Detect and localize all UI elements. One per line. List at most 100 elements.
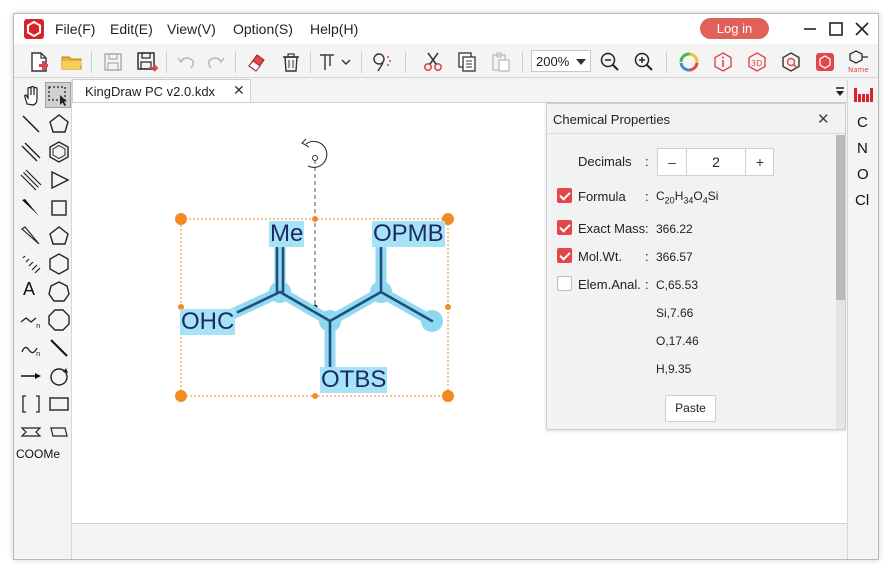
- toolbar-separator: [522, 51, 523, 73]
- bracket-tool-icon[interactable]: [19, 392, 43, 416]
- elem-anal-colon: :: [645, 277, 649, 292]
- atom-label-ohc[interactable]: OHC: [180, 309, 236, 335]
- cut-scissors-icon[interactable]: [420, 49, 446, 75]
- cycloheptane-icon[interactable]: [47, 280, 71, 304]
- undo-icon[interactable]: [173, 49, 199, 75]
- periodic-table-icon[interactable]: [854, 88, 874, 102]
- cyclopentane-alt-icon[interactable]: [47, 224, 71, 248]
- atom-label-opmb[interactable]: OPMB: [372, 221, 445, 247]
- exact-mass-checkbox[interactable]: [557, 220, 572, 235]
- properties-scrollbar[interactable]: [836, 135, 845, 429]
- redo-icon[interactable]: [203, 49, 229, 75]
- element-oxygen[interactable]: O: [857, 166, 869, 183]
- menu-file[interactable]: File(F): [55, 21, 95, 37]
- hand-pan-icon[interactable]: [19, 84, 43, 108]
- name-to-structure-icon[interactable]: Name: [846, 49, 876, 75]
- elem-anal-value: C,65.53: [656, 278, 699, 292]
- decimals-stepper[interactable]: – 2 +: [657, 148, 774, 176]
- decimals-value[interactable]: 2: [686, 149, 746, 175]
- svg-text:3D: 3D: [751, 59, 762, 68]
- delete-trash-icon[interactable]: [278, 49, 304, 75]
- 2d-to-3d-icon[interactable]: [812, 49, 838, 75]
- atom-label-me[interactable]: Me: [269, 221, 305, 247]
- paste-icon[interactable]: [488, 49, 514, 75]
- formula-colon: :: [645, 189, 649, 204]
- zoom-in-icon[interactable]: [631, 49, 657, 75]
- decimals-minus-button[interactable]: –: [658, 149, 686, 175]
- tab-list-menu-icon[interactable]: [835, 85, 845, 96]
- new-file-icon[interactable]: [26, 49, 52, 75]
- minimize-icon[interactable]: [800, 19, 820, 39]
- cyclohexane-icon[interactable]: [47, 252, 71, 276]
- menu-edit[interactable]: Edit(E): [110, 21, 153, 37]
- hollow-wedge-bond-icon[interactable]: [19, 224, 43, 248]
- hashed-bond-icon[interactable]: [19, 252, 43, 276]
- formula-checkbox[interactable]: [557, 188, 572, 203]
- mol-wt-colon: :: [645, 249, 649, 264]
- triple-bond-icon[interactable]: [19, 168, 43, 192]
- maximize-icon[interactable]: [826, 19, 846, 39]
- eraser-icon[interactable]: [243, 49, 269, 75]
- toolbar-separator: [235, 51, 236, 73]
- login-button[interactable]: Log in: [700, 18, 769, 39]
- paste-button[interactable]: Paste: [665, 395, 716, 422]
- elem-anal-label: Elem.Anal.: [578, 277, 641, 292]
- element-chlorine[interactable]: Cl: [855, 192, 869, 209]
- info-icon[interactable]: [710, 49, 736, 75]
- document-tab[interactable]: KingDraw PC v2.0.kdx ✕: [72, 79, 251, 102]
- element-nitrogen[interactable]: N: [857, 140, 868, 157]
- atom-label-icon[interactable]: [369, 49, 395, 75]
- svg-text:n: n: [36, 350, 40, 358]
- zoom-out-icon[interactable]: [597, 49, 623, 75]
- 3d-view-icon[interactable]: 3D: [744, 49, 770, 75]
- elem-anal-checkbox[interactable]: [557, 276, 572, 291]
- mol-wt-checkbox[interactable]: [557, 248, 572, 263]
- open-folder-icon[interactable]: [59, 49, 85, 75]
- toolbar-separator: [666, 51, 667, 73]
- single-bond-icon[interactable]: [19, 112, 43, 136]
- cyclooctane-icon[interactable]: [47, 308, 71, 332]
- align-dropdown-icon[interactable]: [316, 49, 356, 75]
- close-window-icon[interactable]: [852, 19, 872, 39]
- line-tool-icon[interactable]: [47, 336, 71, 360]
- close-properties-icon[interactable]: ✕: [817, 110, 830, 128]
- menu-option[interactable]: Option(S): [233, 21, 293, 37]
- coome-group-tool[interactable]: COOMe: [16, 447, 60, 461]
- decimals-colon: :: [645, 154, 649, 169]
- element-carbon[interactable]: C: [857, 114, 868, 131]
- zoom-select[interactable]: 200%: [531, 50, 591, 72]
- cyclopropane-icon[interactable]: [47, 168, 71, 192]
- atom-label-otbs[interactable]: OTBS: [320, 367, 388, 393]
- curve-tool-icon[interactable]: n: [19, 336, 43, 360]
- text-tool[interactable]: A: [23, 279, 35, 300]
- double-bond-icon[interactable]: [19, 140, 43, 164]
- copy-icon[interactable]: [454, 49, 480, 75]
- arrow-tool-icon[interactable]: [19, 364, 43, 388]
- chain-tool-icon[interactable]: n: [19, 308, 43, 332]
- mol-wt-label: Mol.Wt.: [578, 249, 623, 264]
- close-tab-icon[interactable]: ✕: [233, 82, 245, 99]
- menu-help[interactable]: Help(H): [310, 21, 358, 37]
- decimals-plus-button[interactable]: +: [746, 149, 774, 175]
- benzene-icon[interactable]: [47, 140, 71, 164]
- select-rectangle-icon[interactable]: [45, 82, 71, 108]
- color-wheel-icon[interactable]: [676, 49, 702, 75]
- properties-title: Chemical Properties: [553, 112, 671, 127]
- properties-header: Chemical Properties ✕: [547, 104, 845, 134]
- app-window: File(F) Edit(E) View(V) Option(S) Help(H…: [13, 13, 879, 560]
- exact-mass-label: Exact Mass: [578, 221, 646, 236]
- template-a-icon[interactable]: [19, 420, 43, 444]
- scrollbar-thumb[interactable]: [836, 135, 845, 300]
- menu-view[interactable]: View(V): [167, 21, 216, 37]
- save-as-icon[interactable]: [134, 49, 160, 75]
- circle-arrow-icon[interactable]: [47, 364, 71, 388]
- template-b-icon[interactable]: [47, 420, 71, 444]
- search-structure-icon[interactable]: [778, 49, 804, 75]
- elem-anal-value: H,9.35: [656, 362, 692, 376]
- save-icon[interactable]: [100, 49, 126, 75]
- svg-text:n: n: [36, 322, 40, 330]
- cyclopentane-icon[interactable]: [47, 112, 71, 136]
- rectangle-tool-icon[interactable]: [47, 392, 71, 416]
- cyclobutane-icon[interactable]: [47, 196, 71, 220]
- wedge-bond-icon[interactable]: [19, 196, 43, 220]
